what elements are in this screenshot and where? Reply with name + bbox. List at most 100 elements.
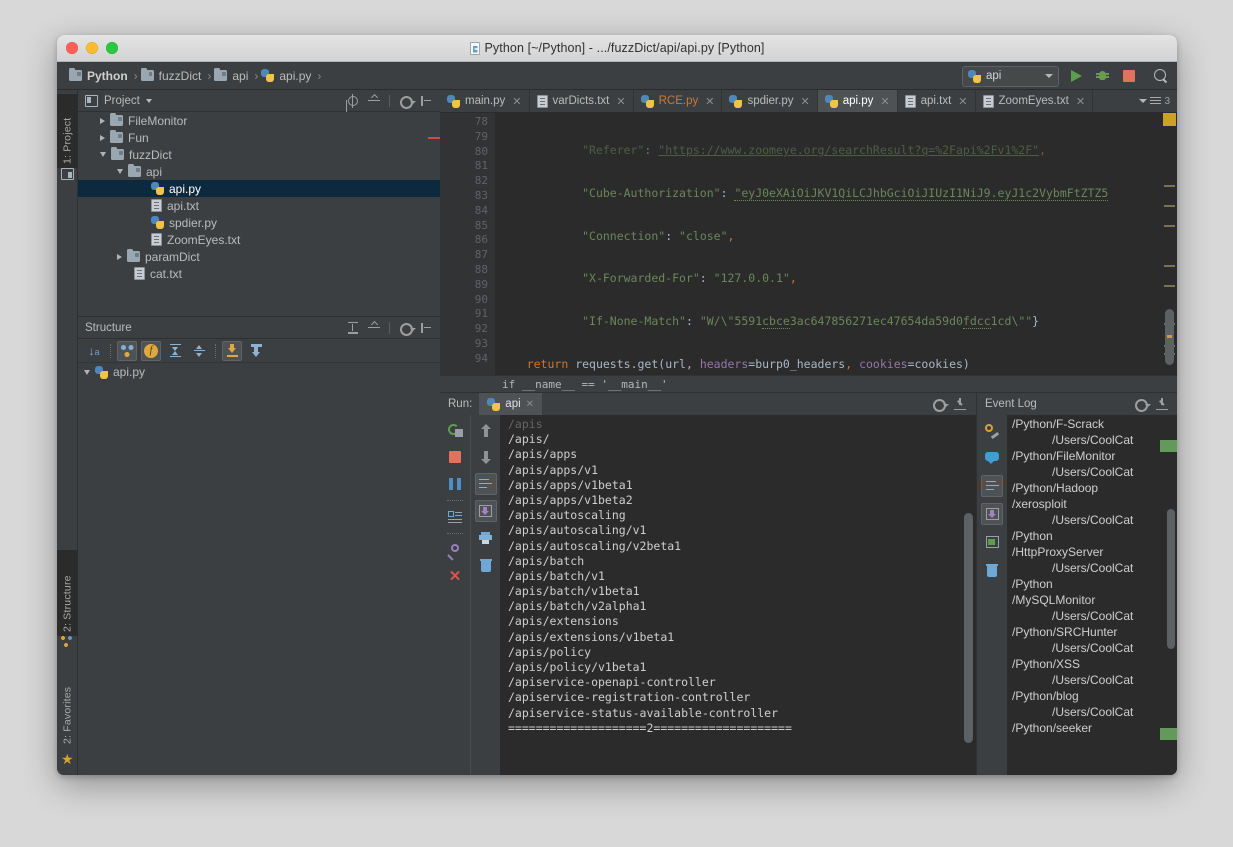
gear-icon[interactable] <box>932 398 944 410</box>
breadcrumb-item-python[interactable]: Python <box>67 69 133 83</box>
python-file-icon <box>825 95 838 108</box>
chevron-down-icon[interactable] <box>100 152 106 157</box>
chevron-right-icon[interactable] <box>100 135 105 141</box>
tree-row[interactable]: api.txt <box>78 197 440 214</box>
search-everywhere-button[interactable] <box>1152 68 1169 85</box>
print-output-button[interactable] <box>444 506 466 528</box>
close-button[interactable]: ✕ <box>444 566 466 588</box>
scroll-down-button[interactable] <box>475 446 497 468</box>
pin-button[interactable] <box>444 539 466 561</box>
scroll-up-button[interactable] <box>475 419 497 441</box>
editor-gutter[interactable]: 78 79 80 81 82 83 84 85 86 87 88 89 90 9… <box>440 113 495 375</box>
breadcrumb-item-api[interactable]: api <box>212 69 253 83</box>
chevron-right-icon[interactable] <box>117 254 122 260</box>
chevron-right-icon[interactable] <box>100 118 105 124</box>
sidebar-item-favorites[interactable]: 2: Favorites <box>57 656 78 748</box>
editor-scrollbar[interactable] <box>1161 113 1177 375</box>
stop-button[interactable] <box>1120 68 1137 85</box>
soft-wrap-button[interactable] <box>981 475 1003 497</box>
tree-row[interactable]: ZoomEyes.txt <box>78 231 440 248</box>
rerun-button[interactable] <box>444 419 466 441</box>
run-tab-api[interactable]: api ✕ <box>479 393 542 415</box>
chevron-down-icon[interactable] <box>117 169 123 174</box>
breadcrumb-item-apipy[interactable]: api.py <box>259 69 316 83</box>
balloon-button[interactable] <box>981 447 1003 469</box>
run-configuration-selector[interactable]: api <box>962 66 1059 87</box>
tab-vardicts-txt[interactable]: varDicts.txt ✕ <box>530 90 634 112</box>
sidebar-item-structure[interactable]: 2: Structure <box>57 550 78 636</box>
console-line: /apis <box>508 417 976 432</box>
structure-root-row[interactable]: api.py <box>78 363 440 381</box>
chevron-down-icon[interactable] <box>146 99 152 103</box>
print-button[interactable] <box>475 527 497 549</box>
error-stripe-warning[interactable] <box>1163 113 1176 126</box>
console-scrollbar-thumb[interactable] <box>964 513 973 743</box>
collapse-all-icon[interactable] <box>368 322 380 334</box>
show-inherited-icon[interactable] <box>222 341 242 361</box>
breadcrumb-item-fuzzdict[interactable]: fuzzDict <box>139 69 207 83</box>
scroll-to-end-button[interactable] <box>981 503 1003 525</box>
gear-icon[interactable] <box>1134 398 1146 410</box>
collapse-all-icon[interactable] <box>368 95 380 107</box>
locate-icon[interactable] <box>347 95 359 107</box>
structure-tree[interactable]: api.py <box>78 363 440 775</box>
tree-row[interactable]: fuzzDict <box>78 146 440 163</box>
expand-icon[interactable] <box>347 322 359 334</box>
gear-icon[interactable] <box>399 322 411 334</box>
tree-row[interactable]: paramDict <box>78 248 440 265</box>
pause-button[interactable] <box>444 473 466 495</box>
divider <box>389 95 390 107</box>
hide-icon[interactable] <box>1156 398 1168 410</box>
tab-overflow-control[interactable]: 3 <box>1139 90 1177 112</box>
run-toolbar-right <box>470 415 500 775</box>
gear-icon[interactable] <box>399 95 411 107</box>
soft-wrap-button[interactable] <box>475 473 497 495</box>
tree-row[interactable]: FileMonitor <box>78 112 440 129</box>
clear-all-button[interactable] <box>981 559 1003 581</box>
close-icon[interactable]: ✕ <box>705 95 714 108</box>
hide-icon[interactable] <box>954 398 966 410</box>
hide-icon[interactable] <box>420 95 432 107</box>
code-editor[interactable]: 78 79 80 81 82 83 84 85 86 87 88 89 90 9… <box>440 113 1177 375</box>
close-icon[interactable]: ✕ <box>616 95 625 108</box>
tab-rce-py[interactable]: RCE.py ✕ <box>634 90 723 112</box>
show-imported-icon[interactable] <box>246 341 266 361</box>
event-log-scrollbar-thumb[interactable] <box>1167 509 1175 649</box>
tree-row[interactable]: api <box>78 163 440 180</box>
project-tree[interactable]: FileMonitor Fun fuzzDict api <box>78 112 440 316</box>
event-log-list[interactable]: /Python/F-Scrack /Users/CoolCat /Python/… <box>1007 415 1177 775</box>
tree-row[interactable]: cat.txt <box>78 265 440 282</box>
show-functions-icon[interactable]: f <box>141 341 161 361</box>
hide-icon[interactable] <box>420 322 432 334</box>
tab-api-txt[interactable]: api.txt ✕ <box>898 90 976 112</box>
tab-api-py[interactable]: api.py ✕ <box>818 90 898 112</box>
tab-main-py[interactable]: main.py ✕ <box>440 90 530 112</box>
scroll-to-end-button[interactable] <box>475 500 497 522</box>
close-icon[interactable]: ✕ <box>1076 95 1085 108</box>
tab-zoomeyes-txt[interactable]: ZoomEyes.txt ✕ <box>976 90 1094 112</box>
mark-read-button[interactable] <box>981 531 1003 553</box>
expand-all-icon[interactable] <box>165 341 185 361</box>
sidebar-item-project[interactable]: 1: Project <box>57 94 78 168</box>
tab-spdier-py[interactable]: spdier.py ✕ <box>722 90 817 112</box>
collapse-all-icon[interactable] <box>189 341 209 361</box>
code-text[interactable]: "Referer": "https://www.zoomeye.org/sear… <box>495 113 1161 375</box>
console-output[interactable]: /apis /apis/ /apis/apps /apis/apps/v1 /a… <box>500 415 976 775</box>
clear-all-button[interactable] <box>475 554 497 576</box>
stop-button[interactable] <box>444 446 466 468</box>
run-button[interactable] <box>1068 68 1085 85</box>
sort-alphabetically-icon[interactable]: ↓a <box>84 341 104 361</box>
show-fields-icon[interactable] <box>117 341 137 361</box>
debug-button[interactable] <box>1094 68 1111 85</box>
close-icon[interactable]: ✕ <box>526 399 534 410</box>
tree-row-selected[interactable]: api.py <box>78 180 440 197</box>
tree-row[interactable]: Fun <box>78 129 440 146</box>
settings-button[interactable] <box>981 419 1003 441</box>
close-icon[interactable]: ✕ <box>800 95 809 108</box>
close-icon[interactable]: ✕ <box>958 95 967 108</box>
list-item: /xerosploit <box>1007 496 1177 512</box>
close-icon[interactable]: ✕ <box>512 95 521 108</box>
tree-row[interactable]: spdier.py <box>78 214 440 231</box>
close-icon[interactable]: ✕ <box>880 95 889 108</box>
chevron-down-icon[interactable] <box>84 370 90 375</box>
